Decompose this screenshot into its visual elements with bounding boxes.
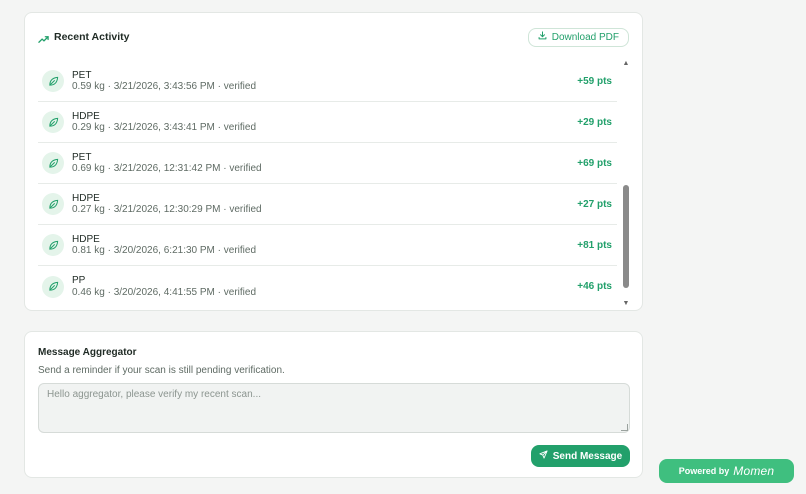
activity-meta: 0.81 kg · 3/20/2026, 6:21:30 PM · verifi… xyxy=(72,245,256,256)
momen-logo: Momen xyxy=(733,464,775,478)
download-pdf-label: Download PDF xyxy=(551,31,619,43)
send-message-button[interactable]: Send Message xyxy=(531,445,630,467)
activity-row-text: HDPE 0.29 kg · 3/21/2026, 3:43:41 PM · v… xyxy=(72,111,577,134)
message-aggregator-subtitle: Send a reminder if your scan is still pe… xyxy=(38,365,285,376)
activity-meta: 0.27 kg · 3/21/2026, 12:30:29 PM · verif… xyxy=(72,204,262,215)
leaf-icon xyxy=(42,152,64,174)
activity-row: PP 0.46 kg · 3/20/2026, 4:41:55 PM · ver… xyxy=(38,266,617,307)
message-textarea[interactable] xyxy=(38,383,630,433)
trending-up-icon xyxy=(38,32,49,43)
activity-row: PET 0.69 kg · 3/21/2026, 12:31:42 PM · v… xyxy=(38,143,617,184)
activity-row: PET 0.59 kg · 3/21/2026, 3:43:56 PM · ve… xyxy=(38,61,617,102)
activity-row: HDPE 0.29 kg · 3/21/2026, 3:43:41 PM · v… xyxy=(38,102,617,143)
recent-activity-header: Recent Activity Download PDF xyxy=(38,27,629,47)
activity-points: +81 pts xyxy=(577,239,612,251)
activity-row-text: HDPE 0.27 kg · 3/21/2026, 12:30:29 PM · … xyxy=(72,193,577,216)
activity-meta: 0.29 kg · 3/21/2026, 3:43:41 PM · verifi… xyxy=(72,122,256,133)
message-aggregator-card: Message Aggregator Send a reminder if yo… xyxy=(24,331,643,478)
activity-type: HDPE xyxy=(72,110,100,122)
activity-type: PP xyxy=(72,275,86,286)
recent-activity-card: Recent Activity Download PDF PET 0.59 kg… xyxy=(24,12,643,311)
activity-scrollbar[interactable]: ▲ ▼ xyxy=(622,59,630,307)
recent-activity-title-wrap: Recent Activity xyxy=(38,31,129,43)
textarea-resize-handle[interactable] xyxy=(621,424,628,431)
scroll-thumb[interactable] xyxy=(623,185,629,288)
send-message-label: Send Message xyxy=(552,450,623,462)
activity-list: PET 0.59 kg · 3/21/2026, 3:43:56 PM · ve… xyxy=(38,61,617,307)
powered-by-badge[interactable]: Powered by Momen xyxy=(659,459,794,483)
activity-points: +27 pts xyxy=(577,198,612,210)
leaf-icon xyxy=(42,193,64,215)
activity-points: +69 pts xyxy=(577,157,612,169)
activity-row: HDPE 0.81 kg · 3/20/2026, 6:21:30 PM · v… xyxy=(38,225,617,266)
message-aggregator-title: Message Aggregator xyxy=(38,347,137,358)
leaf-icon xyxy=(42,70,64,92)
send-icon xyxy=(539,450,548,462)
activity-points: +59 pts xyxy=(577,75,612,87)
powered-by-label: Powered by xyxy=(678,466,730,476)
leaf-icon xyxy=(42,111,64,133)
activity-row-text: HDPE 0.81 kg · 3/20/2026, 6:21:30 PM · v… xyxy=(72,234,577,257)
leaf-icon xyxy=(42,234,64,256)
activity-type: HDPE xyxy=(72,192,100,204)
activity-type: PET xyxy=(72,69,92,81)
scroll-down-arrow-icon[interactable]: ▼ xyxy=(622,299,630,307)
activity-type: PET xyxy=(72,151,92,163)
activity-meta: 0.59 kg · 3/21/2026, 3:43:56 PM · verifi… xyxy=(72,81,256,92)
activity-row-text: PP 0.46 kg · 3/20/2026, 4:41:55 PM · ver… xyxy=(72,275,577,298)
activity-points: +29 pts xyxy=(577,116,612,128)
activity-row: HDPE 0.27 kg · 3/21/2026, 12:30:29 PM · … xyxy=(38,184,617,225)
activity-row-text: PET 0.59 kg · 3/21/2026, 3:43:56 PM · ve… xyxy=(72,70,577,93)
activity-meta: 0.69 kg · 3/21/2026, 12:31:42 PM · verif… xyxy=(72,163,262,174)
activity-meta: 0.46 kg · 3/20/2026, 4:41:55 PM · verifi… xyxy=(72,286,256,298)
download-pdf-button[interactable]: Download PDF xyxy=(527,27,629,47)
activity-row-text: PET 0.69 kg · 3/21/2026, 12:31:42 PM · v… xyxy=(72,152,577,175)
recent-activity-title: Recent Activity xyxy=(54,31,130,43)
download-icon xyxy=(538,31,547,43)
activity-type: HDPE xyxy=(72,233,100,245)
scroll-up-arrow-icon[interactable]: ▲ xyxy=(622,59,630,67)
activity-points: +46 pts xyxy=(577,281,612,292)
leaf-icon xyxy=(42,275,64,298)
